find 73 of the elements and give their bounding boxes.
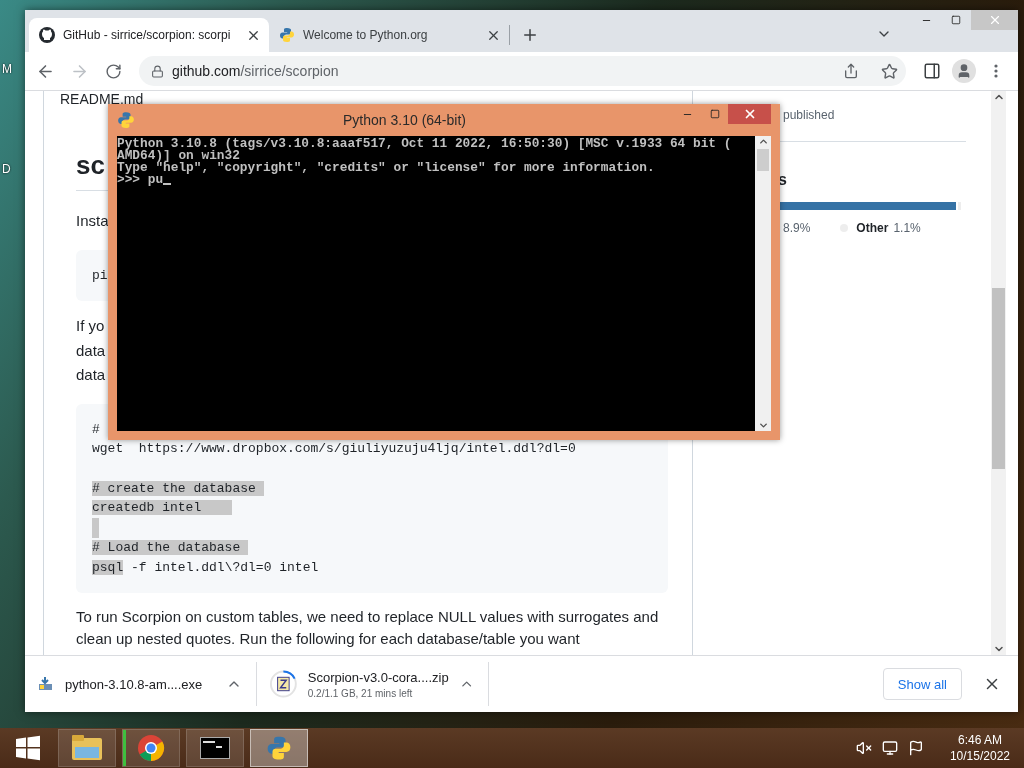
code-text: # Load the database [92, 539, 249, 555]
scrollbar-thumb[interactable] [757, 149, 769, 171]
code-text: psql [92, 559, 124, 575]
clock-date: 10/15/2022 [949, 748, 1010, 764]
taskbar-button[interactable] [58, 729, 116, 767]
about-text: published [783, 108, 835, 122]
console-app-icon [117, 111, 135, 129]
plus-icon [521, 26, 539, 44]
clock-time: 6:46 AM [957, 732, 1002, 748]
desktop-icon-label[interactable]: D [2, 162, 11, 176]
windows-logo-icon [15, 735, 41, 761]
code-text: # create the database [92, 480, 264, 496]
language-percent: 8.9% [783, 221, 811, 235]
readme-text: Insta [76, 211, 110, 231]
tab-title: GitHub - sirrice/scorpion: scorpi [63, 28, 232, 42]
maximize-icon [951, 15, 961, 25]
code-line: pi [92, 266, 109, 285]
browser-tab[interactable]: Welcome to Python.org [269, 18, 509, 52]
person-icon [956, 63, 972, 79]
show-all-button[interactable]: Show all [882, 668, 962, 700]
download-filename: Scorpion-v3.0-cora....zip [307, 669, 449, 685]
console-line: >>> pu [117, 174, 164, 186]
volume-muted-icon[interactable] [855, 740, 872, 756]
download-item[interactable]: Scorpion-v3.0-cora....zip 0.2/1.1 GB, 21 mins left [257, 662, 489, 706]
readme-filename: README.md [59, 91, 145, 107]
browser-tab[interactable]: GitHub - sirrice/scorpion: scorpi [29, 18, 269, 52]
share-icon[interactable] [843, 63, 859, 79]
url-text: github.com/sirrice/scorpion [172, 63, 340, 79]
text-cursor [163, 183, 172, 185]
side-panel-icon [923, 62, 941, 80]
taskbar-button[interactable] [122, 729, 180, 767]
language-percent: 1.1% [893, 221, 921, 235]
console-line: AMD64)] on win32 [117, 150, 240, 162]
readme-text: data [76, 366, 106, 384]
download-status: 0.2/1.1 GB, 21 mins left [307, 687, 414, 699]
lock-icon [151, 64, 164, 78]
python-console-icon [266, 735, 292, 761]
close-button[interactable] [728, 104, 771, 124]
code-text: # [92, 421, 100, 437]
code-text: createdb intel [92, 500, 233, 516]
page-scrollbar[interactable] [991, 91, 1006, 655]
desktop-icon-label[interactable]: M [2, 62, 12, 76]
console-title: Python 3.10 (64-bit) [342, 112, 467, 128]
readme-text: If yo [76, 317, 105, 335]
terminal-icon [200, 737, 230, 759]
clock[interactable]: 6:46 AM 10/15/2022 [949, 732, 1010, 764]
reload-icon [104, 62, 122, 80]
console-scrollbar[interactable] [755, 136, 771, 431]
maximize-icon [709, 109, 720, 119]
download-item[interactable]: python-3.10.8-am....exe [25, 662, 257, 706]
chrome-icon [137, 734, 165, 762]
readme-text: data [76, 341, 106, 359]
flag-icon[interactable] [907, 740, 924, 756]
tab-title: Welcome to Python.org [303, 28, 429, 42]
python-logo-icon [279, 27, 295, 43]
console-line: Type "help", "copyright", "credits" or "license" for more information. [117, 162, 655, 174]
code-text: wget https://www.dropbox.com/s/giuliyuzuju4ljq/intel.ddl?dl=0 [92, 441, 576, 457]
readme-paragraph: To run Scorpion on custom tables, we need to replace NULL values with surrogates and clean up nested quotes. Run the following for each database/table you want [76, 607, 660, 650]
console-line: Python 3.10.8 (tags/v3.10.8:aaaf517, Oct 11 2022, 16:50:30) [MSC v.1933 64 bit ( [117, 138, 732, 150]
profile-avatar[interactable] [952, 59, 976, 83]
address-bar[interactable]: github.com/sirrice/scorpion [139, 56, 906, 86]
folder-icon [71, 734, 103, 762]
menu-icon [994, 64, 998, 78]
github-icon [39, 27, 55, 43]
download-filename: python-3.10.8-am....exe [65, 676, 204, 692]
taskbar-button[interactable] [186, 729, 244, 767]
language-name: Other [856, 221, 889, 235]
bookmark-star-icon[interactable] [881, 62, 898, 80]
zip-download-icon [269, 669, 298, 699]
code-text: -f intel.ddl\?dl=0 intel [130, 559, 319, 575]
scrollbar-thumb[interactable] [992, 288, 1005, 469]
installer-icon [37, 675, 55, 693]
network-icon[interactable] [881, 740, 898, 756]
